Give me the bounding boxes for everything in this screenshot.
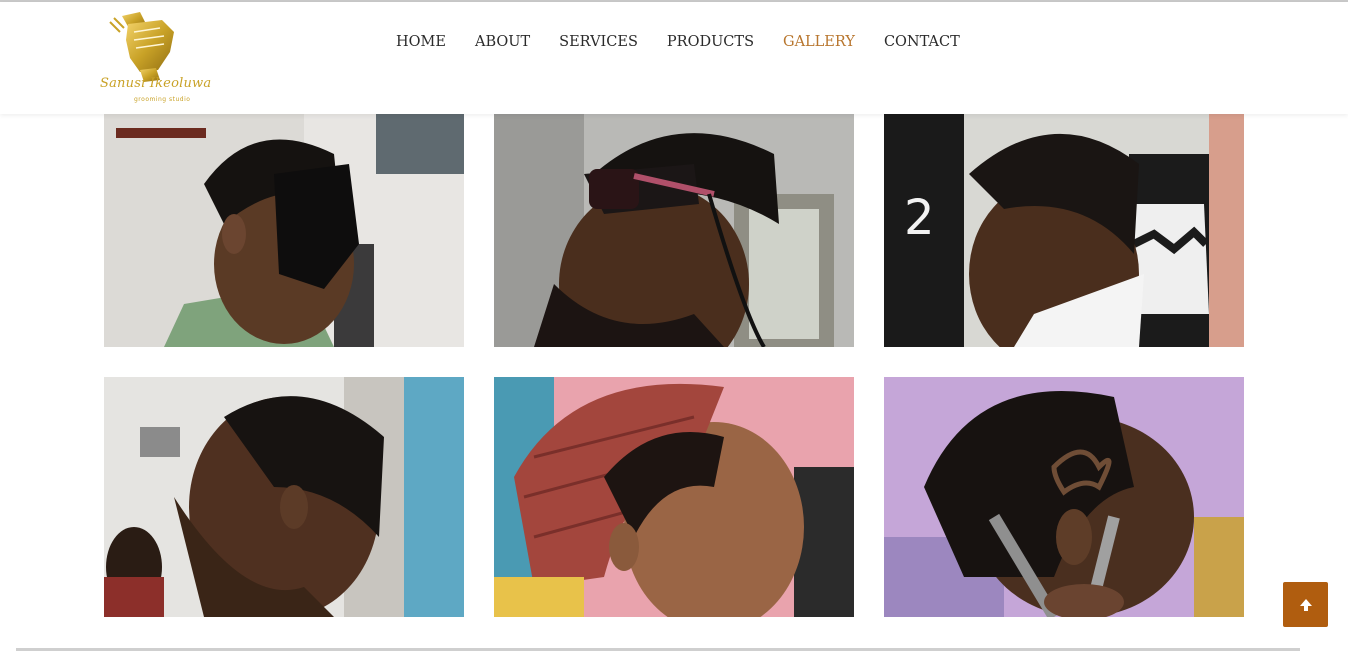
gallery-photo-4[interactable]: [104, 377, 464, 617]
main-nav: HOME ABOUT SERVICES PRODUCTS GALLERY CON…: [396, 34, 989, 50]
nav-products[interactable]: PRODUCTS: [667, 34, 754, 50]
svg-text:2: 2: [904, 190, 935, 246]
gallery-photo-1[interactable]: [104, 114, 464, 347]
gallery-photo-5[interactable]: [494, 377, 854, 617]
arrow-up-icon: [1299, 598, 1312, 611]
gallery-photo-2[interactable]: [494, 114, 854, 347]
nav-contact[interactable]: CONTACT: [884, 34, 960, 50]
brand-name: Sanusi Ikeoluwa: [100, 76, 212, 91]
nav-home[interactable]: HOME: [396, 34, 446, 50]
brand-logo[interactable]: Sanusi Ikeoluwa grooming studio: [100, 10, 212, 110]
site-header: Sanusi Ikeoluwa grooming studio HOME ABO…: [0, 2, 1348, 114]
nav-services[interactable]: SERVICES: [559, 34, 638, 50]
back-to-top-button[interactable]: [1283, 582, 1328, 627]
nav-gallery[interactable]: GALLERY: [783, 34, 855, 50]
nav-about[interactable]: ABOUT: [475, 34, 530, 50]
gallery-photo-6[interactable]: [884, 377, 1244, 617]
brand-tagline: grooming studio: [134, 96, 191, 103]
fist-comb-icon: [109, 12, 174, 82]
gallery-photo-3[interactable]: 2: [884, 114, 1244, 347]
